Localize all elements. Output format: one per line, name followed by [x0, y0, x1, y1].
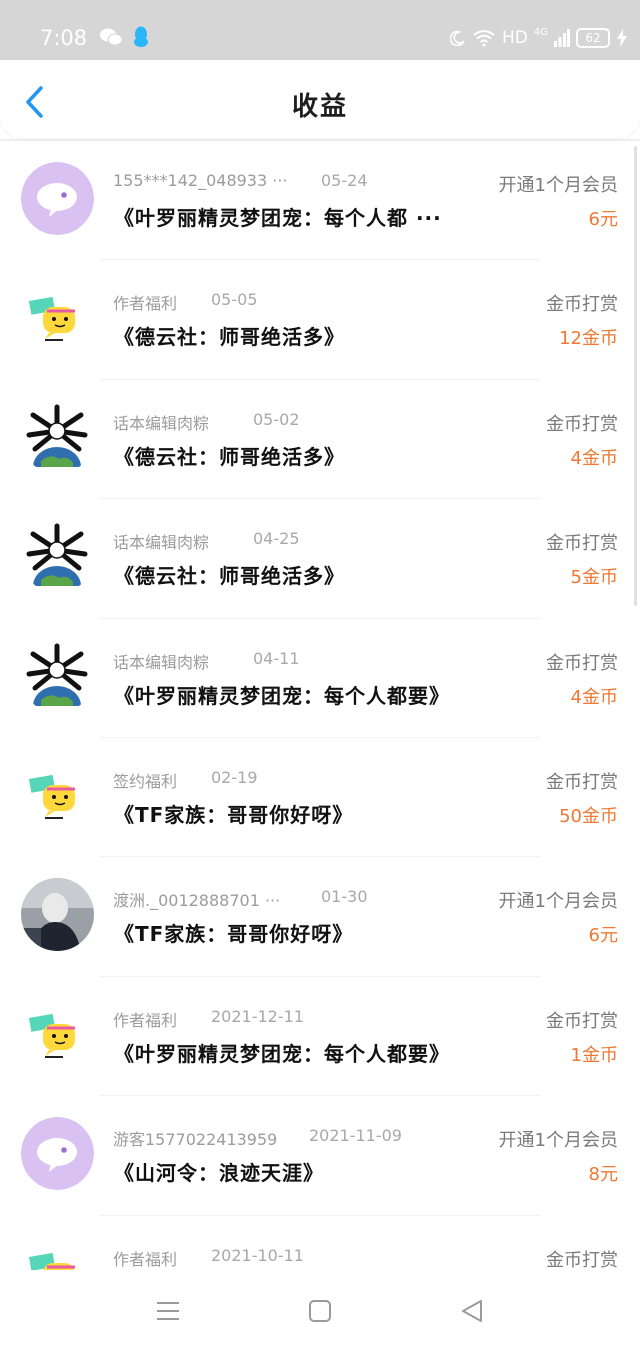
record-book: 《叶罗丽精灵梦团宠：每个人都 ···	[114, 206, 442, 230]
record-date: 2021-12-11	[211, 1006, 304, 1026]
record-type: 金币打赏	[546, 294, 618, 316]
wifi-icon	[473, 30, 495, 47]
record-date: 2021-10-11	[211, 1245, 304, 1265]
record-amount: 6元	[588, 209, 618, 230]
network-label: 4G	[533, 27, 548, 38]
record-user: 渡洲._0012888701 ···	[113, 891, 281, 911]
earning-record[interactable]: 作者福利 2021-10-11 金币打赏	[0, 1216, 640, 1270]
record-date: 05-05	[211, 290, 258, 310]
earth-cartoon-avatar	[21, 639, 94, 713]
menu-icon[interactable]	[155, 1298, 181, 1324]
record-type: 金币打赏	[546, 533, 618, 555]
record-type: 金币打赏	[546, 771, 618, 793]
home-square-icon[interactable]	[307, 1298, 333, 1324]
earning-record[interactable]: 游客1577022413959 2021-11-09 开通1个月会员 《山河令：…	[0, 1096, 640, 1216]
moon-icon	[450, 30, 465, 46]
record-book: 《德云社：师哥绝活多》	[114, 444, 345, 469]
page-title: 收益	[291, 92, 348, 122]
record-user: 作者福利	[113, 1010, 178, 1030]
record-book: 《TF家族：哥哥你好呀》	[114, 802, 354, 827]
record-user: 游客1577022413959	[113, 1130, 278, 1150]
scrollbar[interactable]	[634, 146, 637, 606]
record-book: 《德云社：师哥绝活多》	[114, 564, 345, 589]
status-right: HD 4G 62	[450, 25, 628, 51]
record-date: 05-24	[321, 171, 368, 190]
record-user: 作者福利	[113, 294, 178, 314]
photo-avatar	[21, 878, 94, 952]
record-book: 《德云社：师哥绝活多》	[114, 325, 345, 350]
record-date: 04-25	[253, 529, 300, 549]
earth-cartoon-avatar	[21, 400, 94, 474]
earning-record[interactable]: 作者福利 2021-12-11 金币打赏 《叶罗丽精灵梦团宠：每个人都要》 1金…	[0, 977, 640, 1097]
chat-bubble-avatar	[21, 1117, 94, 1191]
yellow-face-avatar	[21, 281, 94, 355]
record-date: 2021-11-09	[309, 1126, 402, 1146]
record-type: 开通1个月会员	[498, 175, 618, 196]
record-amount: 6元	[588, 925, 618, 947]
earning-record[interactable]: 155***142_048933 ··· 05-24 开通1个月会员 《叶罗丽精…	[0, 141, 640, 261]
record-date: 05-02	[253, 409, 300, 429]
record-type: 金币打赏	[546, 1010, 618, 1032]
screen: 7:08 HD 4G 62 收益 155***142_048933 ··· 05…	[0, 0, 640, 1351]
record-user: 话本编辑肉粽	[113, 652, 210, 672]
record-user: 155***142_048933 ···	[113, 171, 288, 190]
record-user: 话本编辑肉粽	[113, 533, 210, 553]
record-date: 04-11	[253, 648, 300, 668]
record-user: 话本编辑肉粽	[113, 413, 210, 433]
yellow-face-avatar	[21, 1236, 94, 1270]
record-amount: 5金币	[570, 567, 618, 589]
record-user: 签约福利	[113, 771, 178, 791]
record-book: 《叶罗丽精灵梦团宠：每个人都要》	[114, 683, 450, 708]
system-nav-bar	[0, 1270, 640, 1351]
hd-label: HD	[502, 28, 528, 48]
earth-cartoon-avatar	[21, 520, 94, 594]
record-amount: 4金币	[570, 447, 618, 469]
status-bar: 7:08 HD 4G 62	[0, 0, 640, 60]
wechat-icon	[100, 28, 122, 46]
record-amount: 8元	[588, 1164, 618, 1186]
earning-record[interactable]: 签约福利 02-19 金币打赏 《TF家族：哥哥你好呀》 50金币	[0, 738, 640, 858]
record-user: 作者福利	[113, 1249, 178, 1269]
earnings-list: 155***142_048933 ··· 05-24 开通1个月会员 《叶罗丽精…	[0, 141, 640, 1270]
record-type: 金币打赏	[546, 652, 618, 674]
record-book: 《叶罗丽精灵梦团宠：每个人都要》	[114, 1041, 450, 1066]
earning-record[interactable]: 话本编辑肉粽 05-02 金币打赏 《德云社：师哥绝活多》 4金币	[0, 380, 640, 500]
record-type: 开通1个月会员	[498, 1130, 618, 1152]
record-book: 《TF家族：哥哥你好呀》	[114, 922, 354, 947]
yellow-face-avatar	[21, 758, 94, 832]
record-type: 金币打赏	[546, 413, 618, 435]
header: 收益	[0, 60, 640, 138]
status-time: 7:08	[40, 26, 88, 50]
record-date: 01-30	[321, 887, 368, 907]
battery-icon: 62	[576, 28, 610, 48]
earning-record[interactable]: 渡洲._0012888701 ··· 01-30 开通1个月会员 《TF家族：哥…	[0, 857, 640, 977]
record-amount: 1金币	[570, 1044, 618, 1066]
record-type: 金币打赏	[546, 1249, 618, 1270]
record-date: 02-19	[211, 767, 258, 787]
earning-record[interactable]: 作者福利 05-05 金币打赏 《德云社：师哥绝活多》 12金币	[0, 260, 640, 380]
record-amount: 12金币	[559, 328, 618, 350]
record-amount: 50金币	[559, 805, 618, 827]
earning-record[interactable]: 话本编辑肉粽 04-25 金币打赏 《德云社：师哥绝活多》 5金币	[0, 499, 640, 619]
record-book: 《山河令：浪迹天涯》	[114, 1161, 324, 1186]
signal-icon	[554, 29, 570, 47]
back-triangle-icon[interactable]	[459, 1298, 485, 1324]
record-amount: 4金币	[570, 686, 618, 708]
record-type: 开通1个月会员	[498, 891, 618, 913]
earning-record[interactable]: 话本编辑肉粽 04-11 金币打赏 《叶罗丽精灵梦团宠：每个人都要》 4金币	[0, 619, 640, 738]
charging-icon	[617, 29, 627, 47]
qq-icon	[134, 26, 148, 47]
yellow-face-avatar	[21, 997, 94, 1071]
chat-bubble-avatar	[21, 162, 94, 235]
